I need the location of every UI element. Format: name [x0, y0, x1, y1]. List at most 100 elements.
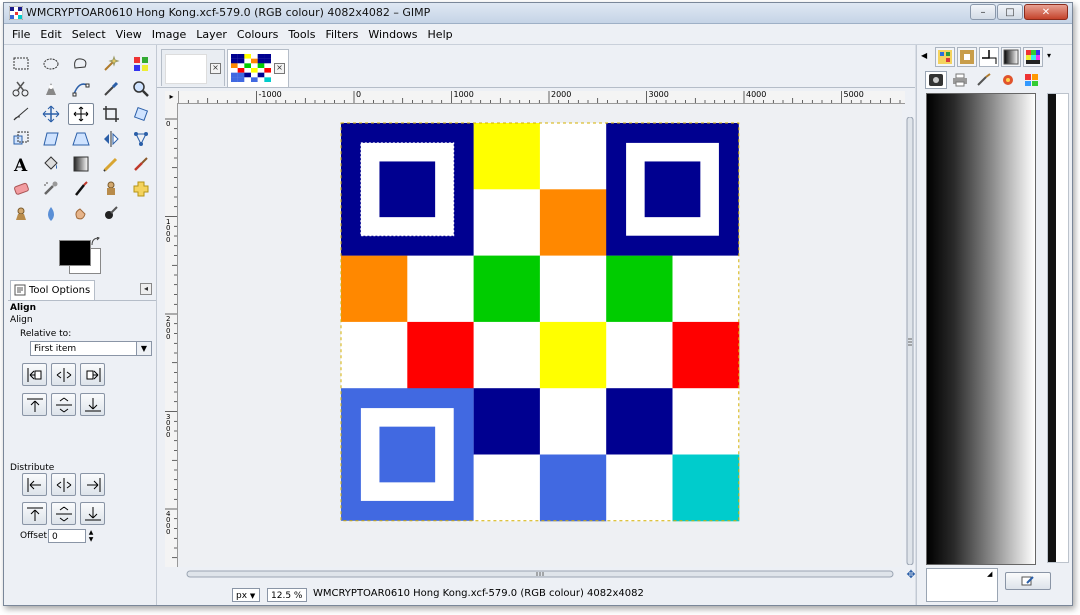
rect-select-tool[interactable] [8, 53, 34, 75]
relative-to-select[interactable]: First item ▼ [30, 341, 152, 356]
menu-filters[interactable]: Filters [325, 28, 358, 41]
close-icon[interactable]: × [210, 63, 221, 74]
align-bottom-icon [84, 397, 101, 411]
eraser-tool[interactable] [8, 178, 34, 200]
gradient-list-scroll[interactable] [1047, 93, 1069, 563]
shear-tool[interactable] [38, 128, 64, 150]
perspective-clone-tool[interactable] [8, 203, 34, 225]
heal-tool[interactable] [128, 178, 154, 200]
ink-tool[interactable] [68, 178, 94, 200]
crop-tool[interactable] [98, 103, 124, 125]
zoom-select[interactable]: 12.5 % [267, 588, 307, 602]
edit-gradient-button[interactable] [1005, 572, 1051, 590]
unit-select[interactable]: px ▼ [232, 588, 260, 602]
edit-icon [1021, 576, 1034, 586]
maximize-button[interactable]: □ [997, 4, 1023, 20]
distribute-top-button[interactable] [22, 502, 47, 525]
menu-view[interactable]: View [116, 28, 142, 41]
resize-grip-icon[interactable]: ◢ [987, 570, 992, 578]
dock-tab-left-arrow-icon[interactable]: ◀ [921, 51, 927, 60]
brushes-tab-icon[interactable] [957, 47, 977, 67]
scissors-tool[interactable] [8, 78, 34, 100]
foreground-select-tool[interactable] [38, 78, 64, 100]
pencil-tool[interactable] [98, 153, 124, 175]
text-tool[interactable]: A [8, 153, 34, 175]
menu-select[interactable]: Select [72, 28, 106, 41]
ellipse-select-tool[interactable] [38, 53, 64, 75]
color-picker-tool[interactable] [98, 78, 124, 100]
flip-tool[interactable] [98, 128, 124, 150]
swap-colors-icon[interactable] [91, 237, 101, 247]
paths-tool[interactable] [68, 78, 94, 100]
vertical-scrollbar[interactable] [905, 117, 915, 565]
offset-spinbutton[interactable]: 0 ▲ ▼ [48, 529, 93, 543]
select-by-color-tool[interactable] [128, 53, 154, 75]
tool-presets-icon[interactable] [925, 71, 947, 89]
minimize-button[interactable]: – [970, 4, 996, 20]
tab-tool-options[interactable]: Tool Options [10, 280, 96, 300]
distribute-center-button[interactable] [51, 473, 76, 496]
blur-tool[interactable] [38, 203, 64, 225]
printer-icon[interactable] [949, 71, 971, 89]
tool-options-heading: Align [10, 303, 36, 313]
distribute-right-button[interactable] [80, 473, 105, 496]
align-center-button[interactable] [51, 363, 76, 386]
zoom-tool[interactable] [128, 78, 154, 100]
image-tab-blank[interactable]: × [161, 49, 225, 86]
menu-image[interactable]: Image [152, 28, 186, 41]
menu-edit[interactable]: Edit [40, 28, 61, 41]
gradient-preview[interactable] [926, 93, 1036, 565]
image-tab-qr[interactable]: × [227, 49, 289, 87]
blend-tool[interactable] [68, 153, 94, 175]
distribute-middle-button[interactable] [51, 502, 76, 525]
panel-menu-icon[interactable]: ◂ [140, 283, 152, 295]
dodge-burn-tool[interactable] [98, 203, 124, 225]
palette-icon[interactable] [1021, 71, 1043, 89]
horizontal-scrollbar[interactable] [179, 569, 905, 579]
airbrush-tool[interactable] [38, 178, 64, 200]
fuzzy-select-tool[interactable] [98, 53, 124, 75]
distribute-bottom-button[interactable] [80, 502, 105, 525]
paintbrush-tool[interactable] [128, 153, 154, 175]
vertical-ruler[interactable]: 0 1000 2000 3000 4000 [165, 103, 178, 567]
menu-file[interactable]: File [12, 28, 30, 41]
align-bottom-edge-button[interactable] [80, 393, 105, 416]
color-icon[interactable] [997, 71, 1019, 89]
scale-tool[interactable] [8, 128, 34, 150]
free-select-tool[interactable] [68, 53, 94, 75]
close-button[interactable]: ✕ [1024, 4, 1068, 20]
align-left-edge-button[interactable] [22, 363, 47, 386]
fg-bg-colors[interactable] [59, 237, 105, 274]
smudge-tool[interactable] [68, 203, 94, 225]
menu-colours[interactable]: Colours [237, 28, 278, 41]
measure-tool[interactable] [8, 103, 34, 125]
menu-help[interactable]: Help [428, 28, 453, 41]
paintbrush-icon[interactable] [973, 71, 995, 89]
cage-tool[interactable] [128, 128, 154, 150]
distribute-left-button[interactable] [22, 473, 47, 496]
close-icon[interactable]: × [274, 63, 285, 74]
gradients-tab-icon[interactable] [1001, 47, 1021, 67]
rotate-tool[interactable] [128, 103, 154, 125]
menu-layer[interactable]: Layer [196, 28, 227, 41]
menu-windows[interactable]: Windows [368, 28, 417, 41]
align-right-edge-button[interactable] [80, 363, 105, 386]
palettes-tab-icon[interactable] [1023, 47, 1043, 67]
move-tool[interactable] [38, 103, 64, 125]
tool-options-tabbar: Tool Options ◂ [8, 280, 156, 301]
foreground-color-swatch[interactable] [59, 240, 91, 266]
spin-arrows-icon[interactable]: ▲ ▼ [87, 529, 95, 543]
patterns-tab-icon[interactable] [935, 47, 955, 67]
align-tool[interactable] [68, 103, 94, 125]
dock-tab-menu-icon[interactable]: ▾ [1047, 51, 1051, 60]
fuzzy-select-icon [104, 55, 120, 71]
perspective-tool[interactable] [68, 128, 94, 150]
horizontal-ruler[interactable]: -1000 0 1000 2000 3000 4000 5000 [179, 91, 905, 104]
align-top-edge-button[interactable] [22, 393, 47, 416]
image-canvas[interactable] [178, 104, 902, 567]
menu-tools[interactable]: Tools [288, 28, 315, 41]
paths-tab-icon[interactable] [979, 47, 999, 67]
align-middle-button[interactable] [51, 393, 76, 416]
clone-tool[interactable] [98, 178, 124, 200]
bucket-fill-tool[interactable] [38, 153, 64, 175]
